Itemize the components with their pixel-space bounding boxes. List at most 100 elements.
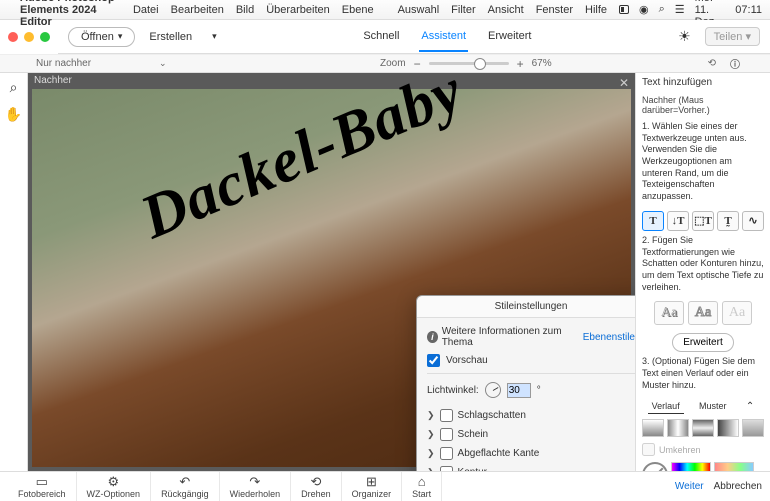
style-outline[interactable]: Aa <box>688 301 718 325</box>
option-abgeflachte-kante[interactable]: ❯Abgeflachte Kante <box>427 444 635 463</box>
wiederholen-button[interactable]: ↷Wiederholen <box>220 472 292 501</box>
chevron-down-icon: ▾ <box>118 31 123 42</box>
mode-tabs: Schnell Assistent Erweitert <box>361 22 533 52</box>
share-button[interactable]: Teilen ▾ <box>705 27 760 46</box>
style-options-list: ❯Schlagschatten ❯Schein ❯Abgeflachte Kan… <box>427 406 635 471</box>
chevron-down-icon: ▾ <box>212 31 217 42</box>
layer-styles-link[interactable]: Ebenenstile <box>583 332 635 343</box>
step-3-text: 3. (Optional) Fügen Sie dem Text einen V… <box>642 356 764 391</box>
view-mode-select[interactable]: Nur nachher <box>36 58 91 69</box>
tab-erweitert[interactable]: Erweitert <box>486 22 533 52</box>
fullscreen-window-icon[interactable] <box>40 32 50 42</box>
menu-bearbeiten[interactable]: Bearbeiten <box>171 4 224 16</box>
gear-icon: ⚙ <box>107 475 119 488</box>
gradient-swatches-row-1 <box>642 419 764 437</box>
option-schlagschatten[interactable]: ❯Schlagschatten <box>427 406 635 425</box>
canvas-container: Nachher ✕ Dackel-Baby Stileinstellungen … <box>28 73 635 471</box>
undo-icon: ↶ <box>179 475 190 488</box>
tab-assistent[interactable]: Assistent <box>419 22 468 52</box>
menu-filter[interactable]: Filter <box>451 4 475 16</box>
zoom-label: Zoom <box>380 58 406 69</box>
gradient-swatch[interactable] <box>642 419 664 437</box>
organizer-button[interactable]: ⊞Organizer <box>342 472 403 501</box>
window-controls <box>0 20 58 54</box>
menu-ebene[interactable]: Ebene <box>342 4 374 16</box>
hand-tool-icon[interactable]: ✋ <box>5 106 22 123</box>
home-icon: ⌂ <box>418 475 426 488</box>
tab-muster[interactable]: Muster <box>695 399 731 414</box>
weiter-button[interactable]: Weiter <box>675 481 704 492</box>
reset-icon[interactable]: ⟲ <box>708 58 716 69</box>
menu-datei[interactable]: Datei <box>133 4 159 16</box>
info-icon[interactable]: ⓘ <box>730 56 740 71</box>
panel-title: Text hinzufügen <box>642 77 712 88</box>
degree-symbol: ° <box>537 385 541 396</box>
open-button-label: Öffnen <box>81 31 114 43</box>
info-icon: i <box>427 331 438 343</box>
right-panel: Text hinzufügen FRÜHLING Nachher (Maus d… <box>635 73 770 471</box>
photo-bin-icon: ▭ <box>36 475 48 488</box>
canvas-text-layer[interactable]: Dackel-Baby <box>28 73 601 308</box>
option-kontur[interactable]: ❯Kontur <box>427 463 635 471</box>
wz-optionen-button[interactable]: ⚙WZ-Optionen <box>77 472 152 501</box>
chevron-up-icon[interactable]: ⌃ <box>742 399 758 414</box>
gradient-swatch[interactable] <box>714 462 754 471</box>
text-tool-grid: T ↓T ⬚T T̰ ∿ <box>642 211 764 231</box>
redo-icon: ↷ <box>249 475 260 488</box>
gradient-swatch[interactable] <box>717 419 739 437</box>
gradient-swatch[interactable] <box>692 419 714 437</box>
style-shadow[interactable]: Aa <box>654 301 684 325</box>
drehen-button[interactable]: ⟲Drehen <box>291 472 342 501</box>
text-tool-selection[interactable]: ⬚T <box>692 211 714 231</box>
menu-fenster[interactable]: Fenster <box>536 4 573 16</box>
rotate-icon: ⟲ <box>310 475 321 488</box>
angle-dial[interactable] <box>485 382 501 398</box>
close-icon[interactable]: ✕ <box>619 76 629 90</box>
invert-checkbox <box>642 443 655 456</box>
start-button[interactable]: ⌂Start <box>402 472 442 501</box>
menu-bild[interactable]: Bild <box>236 4 254 16</box>
control-center-icon[interactable]: ☰ <box>675 3 685 16</box>
menu-hilfe[interactable]: Hilfe <box>585 4 607 16</box>
thumb-caption: Nachher (Maus darüber=Vorher.) <box>642 95 764 115</box>
brightness-icon[interactable]: ☀ <box>678 28 691 45</box>
gradient-swatch[interactable] <box>667 419 689 437</box>
menu-ansicht[interactable]: Ansicht <box>488 4 524 16</box>
gradient-swatch[interactable] <box>671 462 711 471</box>
rueckgaengig-button[interactable]: ↶Rückgängig <box>151 472 220 501</box>
text-tool-vertical[interactable]: ↓T <box>667 211 689 231</box>
erweitert-button[interactable]: Erweitert <box>672 333 733 352</box>
gradient-swatch[interactable] <box>742 419 764 437</box>
no-gradient-icon[interactable] <box>642 462 668 471</box>
gradient-swatches-row-2 <box>642 462 764 471</box>
open-button[interactable]: Öffnen ▾ <box>68 27 135 47</box>
create-button[interactable]: Erstellen <box>149 31 192 43</box>
search-icon[interactable]: ⌕ <box>659 3 665 16</box>
text-tool-warp[interactable]: ∿ <box>742 211 764 231</box>
text-tool-horizontal[interactable]: T <box>642 211 664 231</box>
invert-label: Umkehren <box>659 445 701 455</box>
option-schein[interactable]: ❯Schein <box>427 425 635 444</box>
menu-ueberarbeiten[interactable]: Überarbeiten <box>266 4 330 16</box>
macos-menubar: Adobe Photoshop Elements 2024 Editor Dat… <box>0 0 770 20</box>
preview-label: Vorschau <box>446 355 488 366</box>
gradient-tabs: Verlauf Muster ⌃ <box>642 399 764 414</box>
wifi-icon: ◉ <box>639 3 649 16</box>
abbrechen-button[interactable]: Abbrechen <box>714 481 762 492</box>
magnify-tool-icon[interactable]: ⌕ <box>10 79 18 96</box>
fotobereich-button[interactable]: ▭Fotobereich <box>8 472 77 501</box>
zoom-value: 67% <box>532 58 552 69</box>
zoom-slider[interactable] <box>429 62 509 65</box>
style-bevel[interactable]: Aa <box>722 301 752 325</box>
app-toolbar: Öffnen ▾ Erstellen ▾ Schnell Assistent E… <box>58 20 770 54</box>
preview-checkbox[interactable] <box>427 354 440 367</box>
text-tool-path[interactable]: T̰ <box>717 211 739 231</box>
minimize-window-icon[interactable] <box>24 32 34 42</box>
angle-input[interactable] <box>507 383 531 398</box>
menu-auswahl[interactable]: Auswahl <box>398 4 440 16</box>
close-window-icon[interactable] <box>8 32 18 42</box>
tab-schnell[interactable]: Schnell <box>361 22 401 52</box>
dialog-info-text: Weitere Informationen zum Thema <box>442 326 579 348</box>
menubar-time[interactable]: 07:11 <box>735 4 762 16</box>
tab-verlauf[interactable]: Verlauf <box>648 399 684 414</box>
